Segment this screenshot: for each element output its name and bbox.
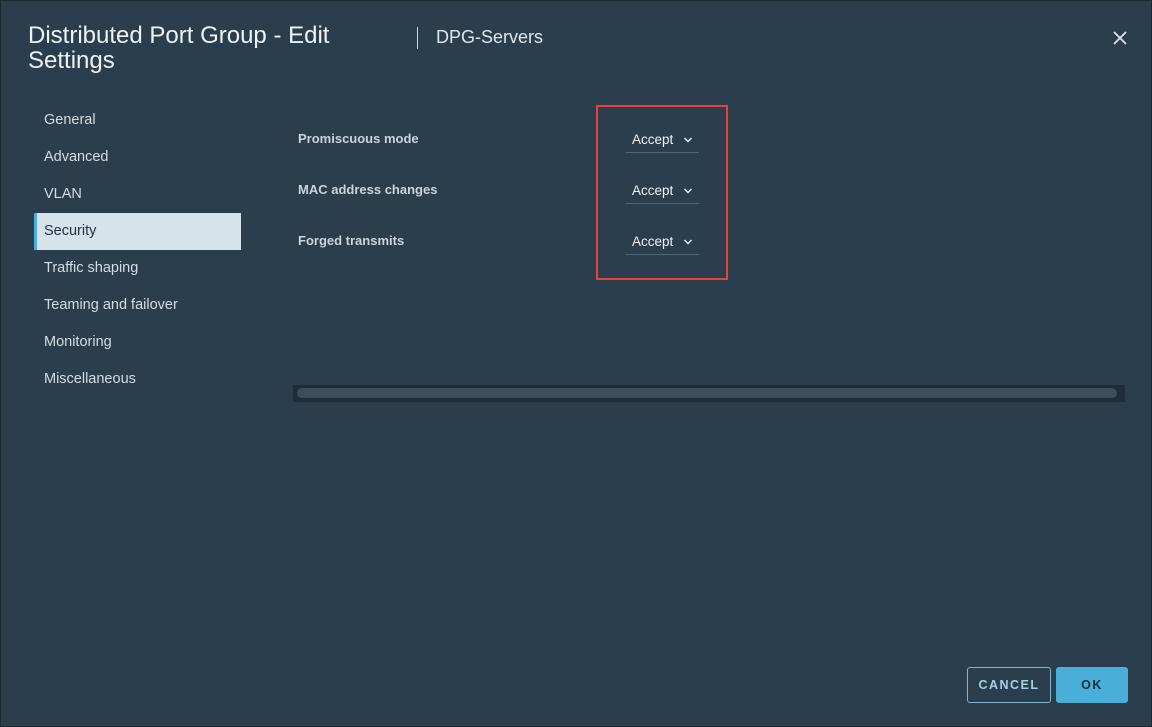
settings-nav: General Advanced VLAN Security Traffic s… — [34, 102, 241, 398]
nav-item-security[interactable]: Security — [34, 213, 241, 250]
nav-item-monitoring[interactable]: Monitoring — [34, 324, 241, 361]
edit-settings-dialog: Distributed Port Group - Edit Settings D… — [0, 0, 1152, 727]
nav-item-teaming-and-failover[interactable]: Teaming and failover — [34, 287, 241, 324]
nav-item-advanced[interactable]: Advanced — [34, 139, 241, 176]
close-icon — [1113, 31, 1127, 45]
cancel-button[interactable]: CANCEL — [967, 667, 1051, 703]
nav-item-miscellaneous[interactable]: Miscellaneous — [34, 361, 241, 398]
title-divider — [417, 27, 418, 49]
port-group-name: DPG-Servers — [436, 27, 544, 47]
ok-button[interactable]: OK — [1056, 667, 1128, 703]
promiscuous-mode-label: Promiscuous mode — [298, 131, 419, 146]
highlight-box — [596, 105, 728, 280]
nav-item-general[interactable]: General — [34, 102, 241, 139]
dialog-title: Distributed Port Group - Edit Settings — [28, 22, 330, 74]
nav-item-traffic-shaping[interactable]: Traffic shaping — [34, 250, 241, 287]
horizontal-scrollbar-thumb[interactable] — [297, 388, 1117, 398]
close-button[interactable] — [1109, 27, 1131, 49]
nav-item-vlan[interactable]: VLAN — [34, 176, 241, 213]
forged-transmits-label: Forged transmits — [298, 233, 405, 248]
mac-address-changes-label: MAC address changes — [298, 182, 438, 197]
